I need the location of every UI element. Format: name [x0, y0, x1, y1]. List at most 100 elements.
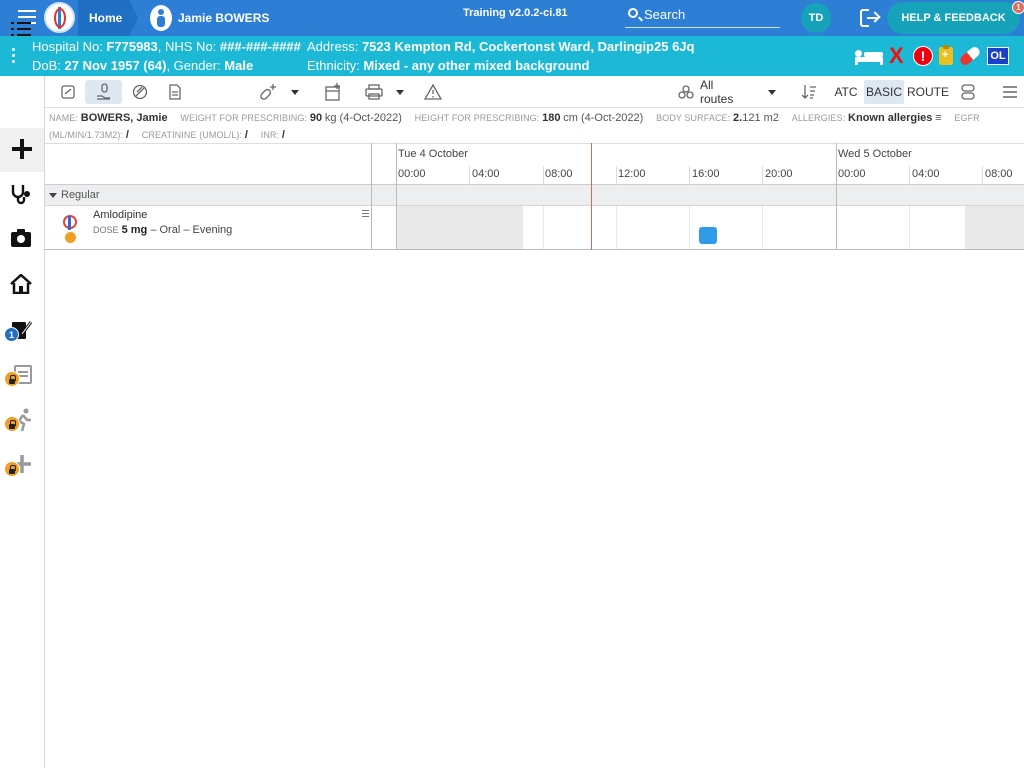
breadcrumb-patient-label: Jamie BOWERS	[178, 11, 270, 25]
plus-icon[interactable]	[12, 139, 32, 159]
hour-tick	[762, 166, 763, 186]
warning-icon[interactable]: !	[913, 46, 933, 66]
hospital-no-label: Hospital No:	[32, 39, 103, 54]
add-medication-dropdown[interactable]	[290, 80, 300, 104]
row-tick	[689, 206, 690, 249]
home-icon[interactable]	[10, 274, 32, 294]
hour-tick	[689, 166, 690, 186]
add-medication-button[interactable]	[258, 80, 280, 104]
routes-filter-label[interactable]: All routes	[700, 78, 750, 106]
creatinine-key: Creatinine (umol/L):	[141, 130, 243, 140]
cross-alert-icon[interactable]: X	[889, 45, 907, 67]
lock-icon	[4, 416, 20, 432]
chevron-down-icon	[396, 89, 404, 95]
breadcrumb-patient[interactable]: Jamie BOWERS	[150, 5, 269, 31]
more-options-button[interactable]	[1000, 80, 1020, 104]
patient-ethnicity: Ethnicity: Mixed - any other mixed backg…	[307, 58, 589, 73]
egfr-unit-key: (mL/min/1.73m2):	[49, 130, 124, 140]
egfr-value[interactable]: /	[126, 129, 129, 141]
current-time-line	[591, 143, 592, 250]
hour-tick	[469, 166, 470, 186]
atc-sort-option[interactable]: ATC	[834, 80, 858, 104]
routes-dropdown[interactable]	[767, 80, 777, 104]
weight-value[interactable]: 90	[310, 112, 322, 124]
allergies-menu-icon[interactable]: ≡	[935, 112, 941, 124]
scheduled-dose-block[interactable]	[699, 227, 717, 244]
group-regular[interactable]: Regular	[45, 185, 1024, 206]
breadcrumb-home[interactable]: Home	[78, 0, 138, 36]
height-value[interactable]: 180	[542, 112, 560, 124]
hour-label: 08:00	[545, 168, 573, 180]
list-icon[interactable]	[11, 21, 31, 37]
bsa-value: 2.	[733, 112, 743, 124]
stethoscope-icon[interactable]	[10, 183, 32, 205]
medication-menu-icon[interactable]	[362, 210, 369, 219]
version-label: Training v2.0.2-ci.81	[463, 7, 568, 19]
day-divider	[836, 143, 837, 250]
hamburger-icon	[1003, 86, 1017, 98]
row-tick	[982, 206, 983, 249]
medication-row[interactable]: Amlodipine Dose 5 mg – Oral – Evening	[45, 206, 1024, 250]
search-button[interactable]: Search	[625, 5, 780, 28]
bed-icon[interactable]	[855, 48, 883, 65]
capsule-view-button[interactable]	[958, 80, 978, 104]
ethnicity: Mixed - any other mixed background	[363, 58, 590, 73]
breadcrumb-home-label: Home	[89, 11, 123, 25]
dose-value: 5 mg	[121, 224, 148, 236]
print-dropdown[interactable]	[395, 80, 405, 104]
allergies-value[interactable]: Known allergies	[848, 112, 932, 124]
warnings-button[interactable]	[422, 80, 444, 104]
day-label-2: Wed 5 October	[838, 148, 912, 160]
inr-value[interactable]: /	[282, 129, 285, 141]
pill-icon[interactable]	[958, 45, 982, 67]
hour-label: 08:00	[985, 168, 1013, 180]
document-icon	[169, 84, 181, 100]
document-button[interactable]	[165, 80, 185, 104]
clipboard-icon[interactable]	[939, 45, 953, 65]
ol-icon[interactable]: OL	[987, 47, 1009, 65]
app-logo[interactable]	[44, 2, 75, 33]
nhs-no-label: NHS No:	[165, 39, 217, 54]
day-divider	[396, 143, 397, 250]
search-label: Search	[644, 7, 686, 22]
chart-toolbar: All routes ATC BASIC ROUTE	[45, 76, 1024, 108]
chart-view-button[interactable]	[57, 80, 79, 104]
administer-view-button[interactable]	[85, 80, 122, 104]
future-shade	[965, 206, 1024, 249]
route-sort-option[interactable]: ROUTE	[907, 80, 949, 104]
sort-button[interactable]	[800, 80, 818, 104]
capsule-icon	[961, 84, 975, 100]
medication-status-icon	[65, 232, 76, 243]
row-tick	[616, 206, 617, 249]
egfr-key: eGFR	[954, 113, 980, 123]
sort-icon	[801, 85, 816, 99]
address-label: Address:	[307, 39, 359, 54]
help-feedback-button[interactable]: HELP & FEEDBACK	[887, 2, 1020, 34]
height-key: Height for prescribing:	[414, 113, 540, 123]
hour-label: 16:00	[692, 168, 720, 180]
dose-route-frequency: – Oral – Evening	[150, 224, 233, 236]
address: 7523 Kempton Rd, Cockertonst Ward, Darli…	[361, 39, 695, 54]
medication-dose: Dose 5 mg – Oral – Evening	[93, 224, 232, 236]
medication-name[interactable]: Amlodipine	[93, 209, 147, 221]
dob: 27 Nov 1957 (64)	[64, 58, 167, 73]
gender-label: Gender:	[173, 58, 221, 73]
user-avatar[interactable]: TD	[801, 3, 831, 33]
banner-menu-icon[interactable]	[12, 48, 16, 66]
add-pill-icon	[260, 84, 276, 100]
day-label-1: Tue 4 October	[398, 148, 468, 160]
sidebar-count-badge: 1	[4, 327, 19, 342]
lock-icon	[4, 371, 20, 387]
logout-icon[interactable]	[860, 9, 880, 27]
routes-filter-icon-wrap[interactable]	[678, 80, 694, 104]
name-key: Name:	[49, 113, 79, 123]
calendar-add-button[interactable]	[322, 80, 344, 104]
basic-sort-option[interactable]: BASIC	[864, 80, 904, 104]
print-button[interactable]	[363, 80, 385, 104]
hour-label: 20:00	[765, 168, 793, 180]
patient-demographics: DoB: 27 Nov 1957 (64), Gender: Male	[32, 58, 254, 73]
creatinine-value[interactable]: /	[245, 129, 248, 141]
no-medication-button[interactable]	[129, 80, 151, 104]
medication-chart: Tue 4 October Wed 5 October 00:00 04:00 …	[45, 143, 1024, 250]
camera-icon[interactable]	[11, 229, 31, 247]
